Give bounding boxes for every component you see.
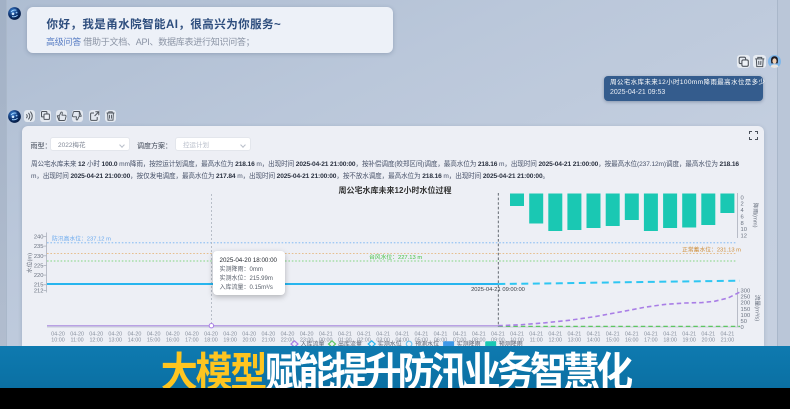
svg-text:正常蓄水位：231.13 m: 正常蓄水位：231.13 m	[682, 245, 741, 254]
svg-text:230: 230	[34, 251, 44, 260]
svg-text:235: 235	[34, 241, 44, 250]
svg-text:225: 225	[34, 260, 44, 269]
svg-text:220: 220	[34, 270, 44, 279]
svg-text:240: 240	[34, 232, 44, 241]
svg-text:水位(m): 水位(m)	[25, 253, 34, 273]
svg-text:台风水位：227.13 m: 台风水位：227.13 m	[369, 252, 422, 261]
svg-text:0: 0	[741, 322, 744, 331]
svg-text:212: 212	[34, 286, 44, 295]
svg-text:降雨(mm): 降雨(mm)	[752, 202, 761, 227]
svg-text:防汛高水位：237.12 m: 防汛高水位：237.12 m	[52, 234, 111, 243]
svg-text:流量(m³/s): 流量(m³/s)	[754, 295, 763, 322]
svg-text:2025-04-21 09:00:00: 2025-04-21 09:00:00	[471, 284, 525, 293]
svg-text:12: 12	[741, 231, 747, 240]
